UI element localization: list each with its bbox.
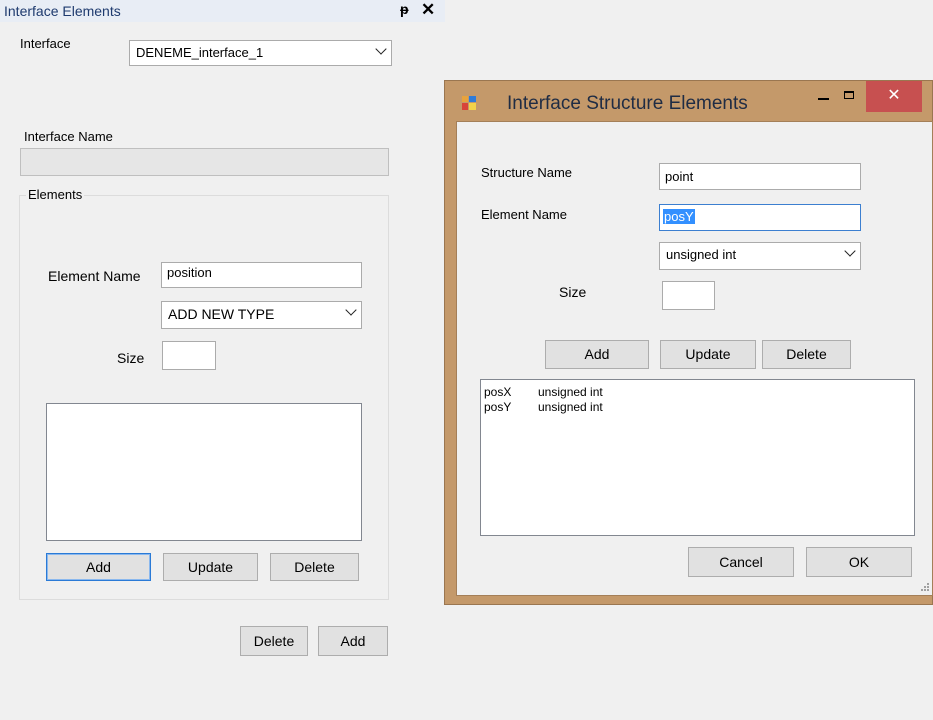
- dialog-element-name-label: Element Name: [481, 207, 567, 222]
- panel-title: Interface Elements: [4, 3, 121, 19]
- structure-name-label: Structure Name: [481, 165, 573, 180]
- list-item[interactable]: posX unsigned int: [484, 385, 603, 399]
- list-item-type: unsigned int: [538, 385, 603, 399]
- update-button[interactable]: Update: [163, 553, 258, 581]
- dialog-element-name-field[interactable]: posY: [659, 204, 861, 231]
- dialog-type-dropdown-value: unsigned int: [666, 247, 737, 262]
- close-icon[interactable]: ✕: [421, 0, 435, 20]
- selected-text: posY: [663, 209, 695, 224]
- dialog-size-label: Size: [559, 284, 587, 300]
- resize-grip-icon[interactable]: [918, 580, 930, 592]
- add-button[interactable]: Add: [46, 553, 151, 581]
- dialog-delete-button[interactable]: Delete: [762, 340, 851, 369]
- structure-elements-list[interactable]: posX unsigned int posY unsigned int: [480, 379, 915, 536]
- dialog-title: Interface Structure Elements: [507, 93, 748, 114]
- dialog-add-button[interactable]: Add: [545, 340, 649, 369]
- list-item[interactable]: posY unsigned int: [484, 400, 603, 414]
- chevron-down-icon: [375, 43, 387, 55]
- element-name-field[interactable]: position: [161, 262, 362, 288]
- list-item-name: posX: [484, 385, 512, 399]
- ok-button[interactable]: OK: [806, 547, 912, 577]
- elements-group-label: Elements: [26, 187, 85, 202]
- structure-name-field[interactable]: point: [659, 163, 861, 190]
- chevron-down-icon: [844, 245, 856, 257]
- type-dropdown[interactable]: ADD NEW TYPE: [161, 301, 362, 329]
- pin-icon[interactable]: ᵽ: [400, 1, 409, 17]
- dialog-size-field[interactable]: [662, 281, 715, 310]
- panel-title-bar: Interface Elements ᵽ ✕: [0, 0, 445, 22]
- add-interface-button[interactable]: Add: [318, 626, 388, 656]
- chevron-down-icon: [345, 304, 357, 316]
- type-dropdown-value: ADD NEW TYPE: [168, 306, 275, 322]
- maximize-icon[interactable]: [844, 91, 854, 99]
- list-item-type: unsigned int: [538, 400, 603, 414]
- elements-list[interactable]: [46, 403, 362, 541]
- list-item-name: posY: [484, 400, 512, 414]
- app-icon: [462, 96, 476, 110]
- interface-dropdown-value: DENEME_interface_1: [136, 45, 264, 60]
- interface-label: Interface: [20, 36, 71, 51]
- interface-dropdown[interactable]: DENEME_interface_1: [129, 40, 392, 66]
- minimize-icon[interactable]: [818, 98, 829, 100]
- delete-interface-button[interactable]: Delete: [240, 626, 308, 656]
- dialog-type-dropdown[interactable]: unsigned int: [659, 242, 861, 270]
- element-name-label: Element Name: [48, 268, 141, 284]
- dialog-close-button[interactable]: ✕: [866, 81, 922, 112]
- size-field[interactable]: [162, 341, 216, 370]
- interface-name-label: Interface Name: [24, 129, 113, 144]
- delete-button[interactable]: Delete: [270, 553, 359, 581]
- cancel-button[interactable]: Cancel: [688, 547, 794, 577]
- size-label: Size: [117, 350, 145, 366]
- interface-name-field[interactable]: [20, 148, 389, 176]
- dialog-update-button[interactable]: Update: [660, 340, 756, 369]
